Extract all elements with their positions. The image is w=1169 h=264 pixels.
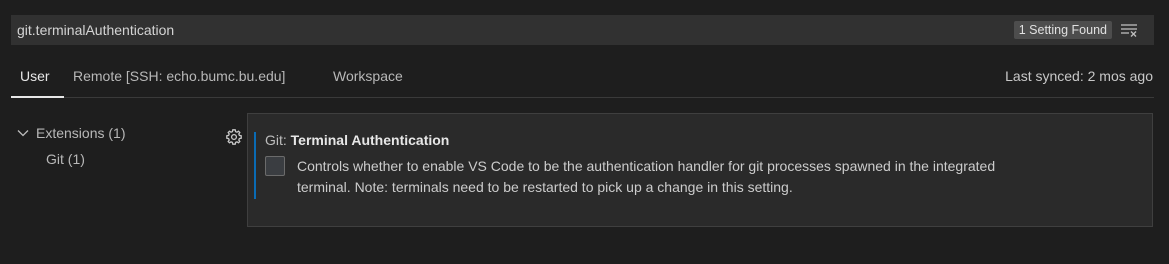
setting-description: Controls whether to enable VS Code to be… bbox=[297, 156, 1117, 198]
settings-toc: Extensions (1) Git (1) bbox=[16, 120, 125, 172]
gear-icon[interactable] bbox=[225, 128, 243, 146]
toc-item-extensions[interactable]: Extensions (1) bbox=[16, 120, 125, 146]
tab-remote[interactable]: Remote [SSH: echo.bumc.bu.edu] bbox=[73, 68, 285, 84]
setting-item-terminal-authentication: Git: Terminal Authentication Controls wh… bbox=[247, 113, 1153, 227]
setting-focus-indicator bbox=[254, 132, 256, 199]
setting-title: Git: Terminal Authentication bbox=[265, 132, 449, 148]
sync-status: Last synced: 2 mos ago bbox=[1005, 68, 1153, 84]
result-count-badge: 1 Setting Found bbox=[1013, 21, 1112, 39]
toc-item-extensions-label: Extensions (1) bbox=[36, 125, 126, 141]
setting-checkbox[interactable] bbox=[265, 156, 285, 176]
toc-item-git-label: Git (1) bbox=[46, 151, 85, 167]
search-value[interactable]: git.terminalAuthentication bbox=[17, 22, 174, 38]
tab-workspace[interactable]: Workspace bbox=[333, 68, 403, 84]
setting-description-line-2: terminal. Note: terminals need to be res… bbox=[297, 179, 793, 195]
tab-user[interactable]: User bbox=[20, 68, 50, 84]
toc-item-git[interactable]: Git (1) bbox=[16, 146, 125, 172]
chevron-down-icon[interactable] bbox=[16, 126, 30, 140]
settings-search-input[interactable]: git.terminalAuthentication 1 Setting Fou… bbox=[11, 15, 1154, 45]
clear-filter-icon[interactable] bbox=[1120, 22, 1140, 38]
setting-category: Git: bbox=[265, 132, 291, 148]
active-tab-indicator bbox=[11, 96, 64, 98]
setting-description-line-1: Controls whether to enable VS Code to be… bbox=[297, 158, 996, 174]
tabs-divider bbox=[11, 97, 1154, 98]
setting-name: Terminal Authentication bbox=[290, 132, 450, 148]
settings-scope-tabs: User Remote [SSH: echo.bumc.bu.edu] Work… bbox=[11, 60, 1154, 98]
